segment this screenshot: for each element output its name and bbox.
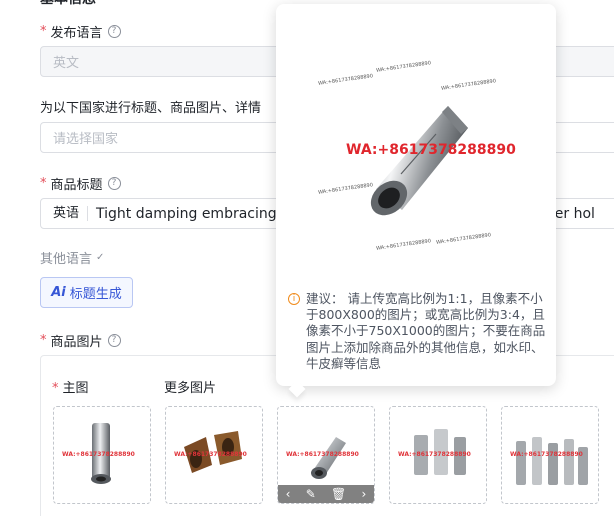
- product-title-label: * 商品标题 ?: [40, 174, 121, 193]
- product-images-label-text: 商品图片: [50, 335, 103, 350]
- product-image-thumb[interactable]: WA:+8617378288890: [165, 406, 263, 504]
- preview-watermark: WA:+8617378288890: [346, 142, 516, 158]
- other-languages-toggle[interactable]: 其他语言 ✓: [40, 248, 104, 267]
- thumb-watermark: WA:+8617378288890: [174, 451, 247, 458]
- thumb-toolbar: ‹ ✎ 🗑 ›: [278, 485, 374, 503]
- chevron-down-icon: ✓: [96, 252, 105, 263]
- ai-title-generate-button[interactable]: Ai 标题生成: [40, 277, 133, 308]
- edit-icon[interactable]: ✎: [306, 487, 316, 501]
- image-upload-tip: i 建议： 请上传宽高比例为1:1，且像素不小于800X800的图片；或宽高比例…: [288, 291, 550, 372]
- more-images-label: 更多图片: [164, 381, 217, 396]
- help-icon[interactable]: ?: [107, 177, 121, 190]
- main-image-label: * 主图: [52, 377, 89, 396]
- move-right-icon[interactable]: ›: [362, 487, 367, 501]
- move-left-icon[interactable]: ‹: [286, 487, 291, 501]
- ai-button-label: 标题生成: [69, 287, 122, 302]
- info-icon: i: [288, 293, 300, 305]
- publish-language-label: * 发布语言 ?: [40, 22, 121, 41]
- required-mark: *: [40, 24, 47, 39]
- thumb-watermark: WA:+8617378288890: [398, 451, 471, 458]
- publish-language-label-text: 发布语言: [50, 26, 103, 41]
- help-icon[interactable]: ?: [107, 25, 121, 38]
- main-image-label-text: 主图: [62, 381, 89, 396]
- thumb-watermark: WA:+8617378288890: [286, 451, 359, 458]
- required-mark: *: [40, 333, 47, 348]
- required-mark: *: [52, 381, 59, 396]
- title-language-prefix: 英语: [53, 206, 89, 221]
- section-title: 基本信息: [40, 0, 96, 8]
- product-image-thumb-selected[interactable]: WA:+8617378288890 ‹ ✎ 🗑 ›: [277, 406, 375, 504]
- product-image-thumb[interactable]: WA:+8617378288890: [501, 406, 599, 504]
- ai-icon: Ai: [51, 285, 66, 300]
- help-icon[interactable]: ?: [107, 334, 121, 347]
- image-upload-tip-text: 建议： 请上传宽高比例为1:1，且像素不小于800X800的图片；或宽高比例为3…: [306, 291, 546, 371]
- countries-label: 为以下国家进行标题、商品图片、详情: [40, 97, 261, 116]
- publish-language-value: 英文: [53, 56, 80, 71]
- product-image-thumb[interactable]: WA:+8617378288890: [389, 406, 487, 504]
- delete-icon[interactable]: 🗑: [331, 487, 346, 501]
- countries-label-text: 为以下国家进行标题、商品图片、详情: [40, 101, 262, 116]
- other-languages-label: 其他语言: [40, 252, 93, 267]
- thumb-watermark: WA:+8617378288890: [510, 451, 583, 458]
- product-images-label: * 商品图片 ?: [40, 331, 121, 350]
- product-title-value: Tight damping embracing: [96, 205, 277, 222]
- countries-placeholder: 请选择国家: [53, 132, 119, 147]
- product-image-thumb[interactable]: WA:+8617378288890: [53, 406, 151, 504]
- product-title-label-text: 商品标题: [50, 178, 103, 193]
- thumb-watermark: WA:+8617378288890: [62, 451, 135, 458]
- required-mark: *: [40, 176, 47, 191]
